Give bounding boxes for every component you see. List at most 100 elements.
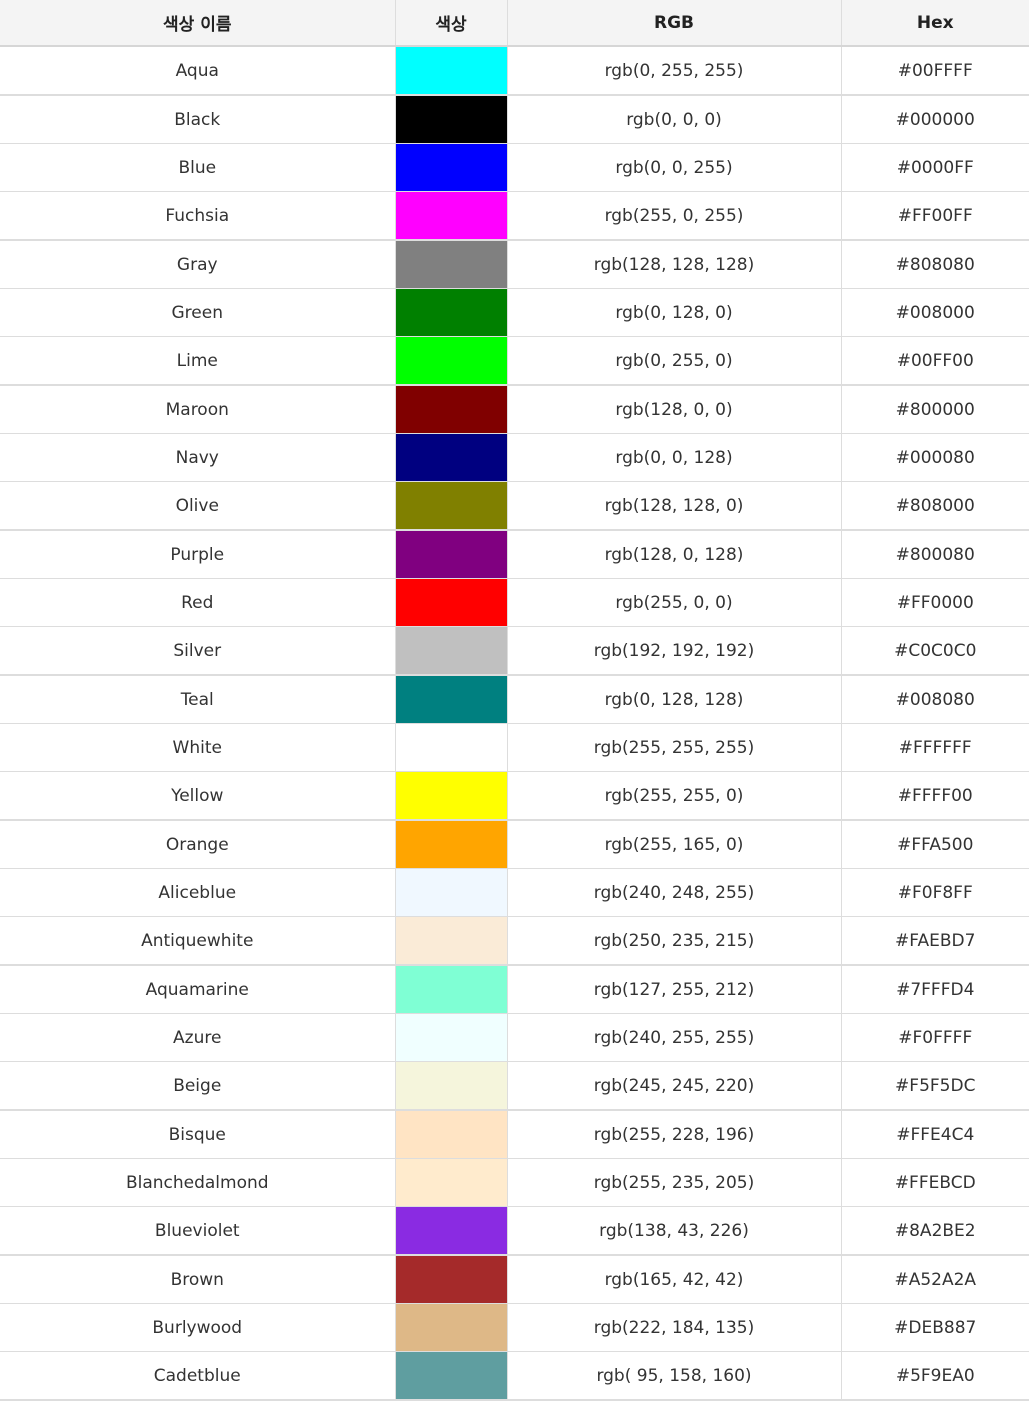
rgb-value-cell: rgb(0, 128, 128) <box>507 675 842 724</box>
color-swatch <box>394 916 508 966</box>
color-name-cell: Black <box>0 95 395 144</box>
color-name-cell: Lime <box>0 336 395 386</box>
color-table: 색상 이름 색상 RGB Hex Aqua rgb(0, 255, 255) #00… <box>0 0 1029 1401</box>
table-row: Bisque rgb(255, 228, 196) #FFE4C4 <box>0 1110 1029 1159</box>
hex-value-cell: #00FF00 <box>841 336 1029 386</box>
table-row: Gray rgb(128, 128, 128) #808080 <box>0 240 1029 289</box>
header-color-name: 색상 이름 <box>0 0 396 47</box>
color-swatch <box>394 1206 508 1256</box>
rgb-value-cell: rgb(255, 0, 0) <box>507 578 842 627</box>
color-name-cell: Aqua <box>0 46 395 96</box>
color-name-cell: Cadetblue <box>0 1351 395 1401</box>
color-swatch <box>394 288 508 337</box>
header-rgb: RGB <box>507 0 842 47</box>
hex-value-cell: #7FFFD4 <box>841 965 1029 1014</box>
hex-value-cell: #C0C0C0 <box>841 626 1029 676</box>
hex-value-cell: #808080 <box>841 240 1029 289</box>
color-swatch <box>394 578 508 627</box>
rgb-value-cell: rgb(0, 0, 0) <box>507 95 842 144</box>
color-name-cell: Burlywood <box>0 1303 395 1352</box>
table-row: Blue rgb(0, 0, 255) #0000FF <box>0 143 1029 192</box>
table-row: Navy rgb(0, 0, 128) #000080 <box>0 433 1029 482</box>
color-swatch <box>394 530 508 579</box>
hex-value-cell: #0000FF <box>841 143 1029 192</box>
color-name-cell: Aquamarine <box>0 965 395 1014</box>
table-row: Green rgb(0, 128, 0) #008000 <box>0 288 1029 337</box>
color-name-cell: Beige <box>0 1061 395 1111</box>
hex-value-cell: #F0F8FF <box>841 868 1029 917</box>
color-swatch <box>394 336 508 386</box>
hex-value-cell: #808000 <box>841 481 1029 531</box>
hex-value-cell: #FFFFFF <box>841 723 1029 772</box>
table-header: 색상 이름 색상 RGB Hex <box>0 0 1029 47</box>
color-name-cell: Fuchsia <box>0 191 395 241</box>
rgb-value-cell: rgb( 95, 158, 160) <box>507 1351 842 1401</box>
rgb-value-cell: rgb(165, 42, 42) <box>507 1255 842 1304</box>
table-row: Antiquewhite rgb(250, 235, 215) #FAEBD7 <box>0 916 1029 966</box>
hex-value-cell: #FF00FF <box>841 191 1029 241</box>
hex-value-cell: #FF0000 <box>841 578 1029 627</box>
color-name-cell: Red <box>0 578 395 627</box>
rgb-value-cell: rgb(0, 255, 0) <box>507 336 842 386</box>
table-row: Yellow rgb(255, 255, 0) #FFFF00 <box>0 771 1029 821</box>
color-swatch <box>394 95 508 144</box>
rgb-value-cell: rgb(138, 43, 226) <box>507 1206 842 1256</box>
rgb-value-cell: rgb(240, 248, 255) <box>507 868 842 917</box>
hex-value-cell: #FFEBCD <box>841 1158 1029 1207</box>
table-row: Brown rgb(165, 42, 42) #A52A2A <box>0 1255 1029 1304</box>
rgb-value-cell: rgb(250, 235, 215) <box>507 916 842 966</box>
rgb-value-cell: rgb(0, 0, 255) <box>507 143 842 192</box>
color-swatch <box>394 1351 508 1401</box>
color-name-cell: Olive <box>0 481 395 531</box>
color-name-cell: Silver <box>0 626 395 676</box>
color-swatch <box>394 723 508 772</box>
color-name-cell: Maroon <box>0 385 395 434</box>
color-name-cell: Antiquewhite <box>0 916 395 966</box>
color-swatch <box>394 1158 508 1207</box>
color-name-cell: Navy <box>0 433 395 482</box>
rgb-value-cell: rgb(255, 228, 196) <box>507 1110 842 1159</box>
rgb-value-cell: rgb(255, 255, 0) <box>507 771 842 821</box>
rgb-value-cell: rgb(240, 255, 255) <box>507 1013 842 1062</box>
hex-value-cell: #008000 <box>841 288 1029 337</box>
table-row: Red rgb(255, 0, 0) #FF0000 <box>0 578 1029 627</box>
rgb-value-cell: rgb(255, 255, 255) <box>507 723 842 772</box>
color-swatch <box>394 1303 508 1352</box>
table-row: Blanchedalmond rgb(255, 235, 205) #FFEBCD <box>0 1158 1029 1207</box>
table-row: Blueviolet rgb(138, 43, 226) #8A2BE2 <box>0 1206 1029 1256</box>
color-name-cell: Purple <box>0 530 395 579</box>
color-swatch <box>394 868 508 917</box>
color-name-cell: Brown <box>0 1255 395 1304</box>
hex-value-cell: #8A2BE2 <box>841 1206 1029 1256</box>
color-name-cell: Blue <box>0 143 395 192</box>
table-row: Aliceblue rgb(240, 248, 255) #F0F8FF <box>0 868 1029 917</box>
hex-value-cell: #FAEBD7 <box>841 916 1029 966</box>
hex-value-cell: #FFE4C4 <box>841 1110 1029 1159</box>
hex-value-cell: #008080 <box>841 675 1029 724</box>
table-row: Cadetblue rgb( 95, 158, 160) #5F9EA0 <box>0 1351 1029 1401</box>
table-row: Beige rgb(245, 245, 220) #F5F5DC <box>0 1061 1029 1111</box>
rgb-value-cell: rgb(0, 0, 128) <box>507 433 842 482</box>
header-hex: Hex <box>841 0 1029 47</box>
color-swatch <box>394 143 508 192</box>
hex-value-cell: #00FFFF <box>841 46 1029 96</box>
color-swatch <box>394 433 508 482</box>
table-row: Orange rgb(255, 165, 0) #FFA500 <box>0 820 1029 869</box>
table-row: Teal rgb(0, 128, 128) #008080 <box>0 675 1029 724</box>
table-row: White rgb(255, 255, 255) #FFFFFF <box>0 723 1029 772</box>
color-name-cell: Yellow <box>0 771 395 821</box>
color-swatch <box>394 385 508 434</box>
table-row: Fuchsia rgb(255, 0, 255) #FF00FF <box>0 191 1029 241</box>
rgb-value-cell: rgb(127, 255, 212) <box>507 965 842 1014</box>
rgb-value-cell: rgb(0, 128, 0) <box>507 288 842 337</box>
color-swatch <box>394 1110 508 1159</box>
color-swatch <box>394 191 508 241</box>
hex-value-cell: #000000 <box>841 95 1029 144</box>
hex-value-cell: #5F9EA0 <box>841 1351 1029 1401</box>
color-name-cell: Gray <box>0 240 395 289</box>
rgb-value-cell: rgb(128, 128, 0) <box>507 481 842 531</box>
rgb-value-cell: rgb(0, 255, 255) <box>507 46 842 96</box>
color-name-cell: Azure <box>0 1013 395 1062</box>
color-name-cell: Orange <box>0 820 395 869</box>
color-swatch <box>394 820 508 869</box>
